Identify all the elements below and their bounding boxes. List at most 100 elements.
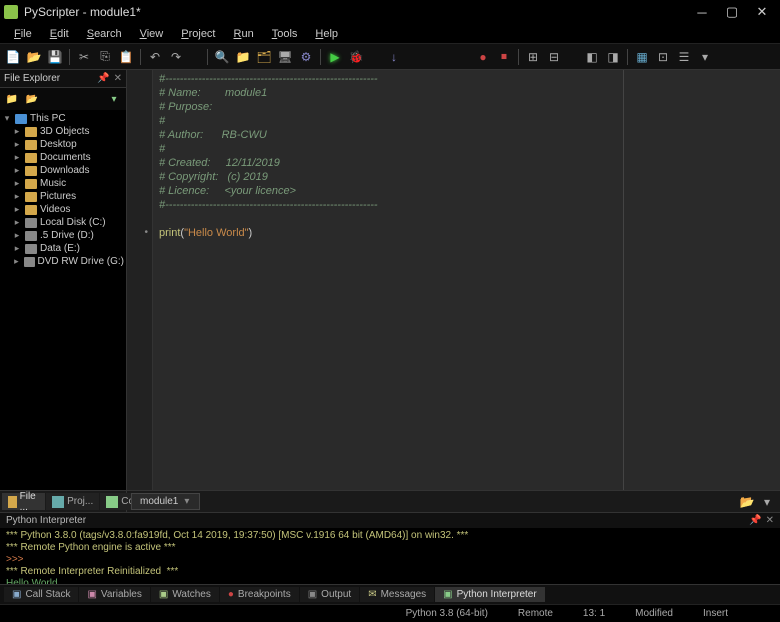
code-line: print("Hello World") xyxy=(159,226,780,240)
menu-edit[interactable]: Edit xyxy=(42,26,77,42)
tool-d-icon[interactable]: ⊡ xyxy=(654,48,672,66)
explorer-back-icon[interactable]: 📁 xyxy=(3,90,21,108)
tree-item-label: Videos xyxy=(40,204,70,215)
disk-icon xyxy=(25,231,37,241)
toolbar: 📄 📂 💾 ✂ ⎘ 📋 ↶ ↷ 🔍 📁 🗂 🖥 ⚙ ▶ 🐞 ↓ ● ⏹ ⊞ ⊟ … xyxy=(0,44,780,70)
tree-item[interactable]: ▸Data (E:) xyxy=(0,242,126,255)
menu-view[interactable]: View xyxy=(132,26,172,42)
tree-item[interactable]: ▸Pictures xyxy=(0,190,126,203)
code-line: # Name: module1 xyxy=(159,86,780,100)
tree-item[interactable]: ▸Local Disk (C:) xyxy=(0,216,126,229)
debug-icon[interactable]: 🐞 xyxy=(347,48,365,66)
expander-icon[interactable]: ▾ xyxy=(2,113,12,124)
disk-icon xyxy=(25,244,37,254)
menu-help[interactable]: Help xyxy=(307,26,346,42)
tool-f-icon[interactable]: ▾ xyxy=(696,48,714,66)
expander-icon[interactable]: ▸ xyxy=(12,243,22,254)
tree-item[interactable]: ▸ Videos xyxy=(0,203,126,216)
tree-item[interactable]: ▸ Downloads xyxy=(0,164,126,177)
settings-icon[interactable]: ⚙ xyxy=(297,48,315,66)
close-button[interactable]: ✕ xyxy=(748,2,776,22)
redo-icon[interactable]: ↷ xyxy=(167,48,185,66)
new-file-icon[interactable]: 📄 xyxy=(4,48,22,66)
interpreter-pin-icon[interactable]: 📌 xyxy=(749,515,761,526)
expander-icon[interactable]: ▸ xyxy=(12,126,22,137)
explorer-filter-icon[interactable]: ▾ xyxy=(105,90,123,108)
monitor-icon[interactable]: 🖥 xyxy=(276,48,294,66)
expander-icon[interactable]: ▸ xyxy=(12,217,22,228)
tool-c-icon[interactable]: ▦ xyxy=(633,48,651,66)
explorer-up-icon[interactable]: 📂 xyxy=(23,90,41,108)
expander-icon[interactable]: ▸ xyxy=(12,152,22,163)
expander-icon[interactable]: ▸ xyxy=(12,165,22,176)
tool-a-icon[interactable]: ◧ xyxy=(583,48,601,66)
editor-gutter: • xyxy=(127,70,153,490)
tab-file-explorer[interactable]: File ... xyxy=(2,493,45,510)
cut-icon[interactable]: ✂ xyxy=(75,48,93,66)
expander-icon[interactable]: ▸ xyxy=(12,230,22,241)
tree-item[interactable]: ▸ .5 Drive (D:) xyxy=(0,229,126,242)
tab-project[interactable]: Proj... xyxy=(46,493,99,510)
code-line: # Purpose: xyxy=(159,100,780,114)
expander-icon[interactable]: ▸ xyxy=(12,139,22,150)
record-icon[interactable]: ● xyxy=(474,48,492,66)
minimize-button[interactable]: ─ xyxy=(688,2,716,22)
file-explorer-title: File Explorer xyxy=(4,73,60,84)
file-explorer-panel: File Explorer 📌 ✕ 📁 📂 ▾ ▾This PC▸3D Obje… xyxy=(0,70,127,490)
code-line: # xyxy=(159,114,780,128)
expander-icon[interactable]: ▸ xyxy=(12,256,21,267)
expander-icon[interactable]: ▸ xyxy=(12,191,22,202)
tree-item[interactable]: ▾This PC xyxy=(0,112,126,125)
misc2-icon[interactable]: ⊟ xyxy=(545,48,563,66)
tool-e-icon[interactable]: ☰ xyxy=(675,48,693,66)
interpreter-body[interactable]: *** Python 3.8.0 (tags/v3.8.0:fa919fd, O… xyxy=(0,528,780,584)
editor-tab-module1[interactable]: module1▾ xyxy=(131,493,200,510)
expander-icon[interactable]: ▸ xyxy=(12,178,22,189)
interpreter-prompt: >>> xyxy=(6,554,774,566)
run-icon[interactable]: ▶ xyxy=(326,48,344,66)
interpreter-line: *** Remote Python engine is active *** xyxy=(6,542,774,554)
stop-icon[interactable]: ⏹ xyxy=(495,48,513,66)
tab-menu-icon[interactable]: 📂 xyxy=(738,493,756,511)
close-panel-icon[interactable]: ✕ xyxy=(114,73,122,84)
tree-item[interactable]: ▸ 3D Objects xyxy=(0,125,126,138)
menu-search[interactable]: Search xyxy=(79,26,130,42)
tree-item-label: Downloads xyxy=(40,165,89,176)
interpreter-line: *** Remote Interpreter Reinitialized *** xyxy=(6,566,774,578)
open-file-icon[interactable]: 📂 xyxy=(25,48,43,66)
window-title: PyScripter - module1* xyxy=(24,5,141,19)
menu-run[interactable]: Run xyxy=(226,26,262,42)
tree-item[interactable]: ▸Music xyxy=(0,177,126,190)
menu-project[interactable]: Project xyxy=(173,26,223,42)
folder2-icon[interactable]: 🗂 xyxy=(255,48,273,66)
maximize-button[interactable]: ▢ xyxy=(718,2,746,22)
disk-icon xyxy=(25,218,37,228)
tree-item-label: .5 Drive (D:) xyxy=(40,230,94,241)
menu-tools[interactable]: Tools xyxy=(264,26,306,42)
tree-item[interactable]: ▸Desktop xyxy=(0,138,126,151)
tree-item-label: 3D Objects xyxy=(40,126,89,137)
paste-icon[interactable]: 📋 xyxy=(117,48,135,66)
tab-dropdown-icon[interactable]: ▾ xyxy=(758,493,776,511)
file-tree[interactable]: ▾This PC▸3D Objects▸Desktop▸Documents▸Do… xyxy=(0,110,126,490)
menu-file[interactable]: File xyxy=(6,26,40,42)
tool-b-icon[interactable]: ◨ xyxy=(604,48,622,66)
misc1-icon[interactable]: ⊞ xyxy=(524,48,542,66)
explorer-icon[interactable]: 📁 xyxy=(234,48,252,66)
search-icon[interactable]: 🔍 xyxy=(213,48,231,66)
copy-icon[interactable]: ⎘ xyxy=(96,48,114,66)
undo-icon[interactable]: ↶ xyxy=(146,48,164,66)
expander-icon[interactable]: ▸ xyxy=(12,204,22,215)
interpreter-close-icon[interactable]: ✕ xyxy=(766,515,774,526)
folder-icon xyxy=(25,166,37,176)
tree-item[interactable]: ▸DVD RW Drive (G:) xyxy=(0,255,126,268)
code-line: #---------------------------------------… xyxy=(159,72,780,86)
code-editor[interactable]: #---------------------------------------… xyxy=(153,70,780,490)
step-icon[interactable]: ↓ xyxy=(385,48,403,66)
save-icon[interactable]: 💾 xyxy=(46,48,64,66)
bottom-tabs: File ... Proj... Cod... module1▾ 📂 ▾ xyxy=(0,490,780,512)
main-area: File Explorer 📌 ✕ 📁 📂 ▾ ▾This PC▸3D Obje… xyxy=(0,70,780,490)
tree-item[interactable]: ▸Documents xyxy=(0,151,126,164)
interpreter-line: *** Python 3.8.0 (tags/v3.8.0:fa919fd, O… xyxy=(6,530,774,542)
pin-icon[interactable]: 📌 xyxy=(97,73,109,84)
